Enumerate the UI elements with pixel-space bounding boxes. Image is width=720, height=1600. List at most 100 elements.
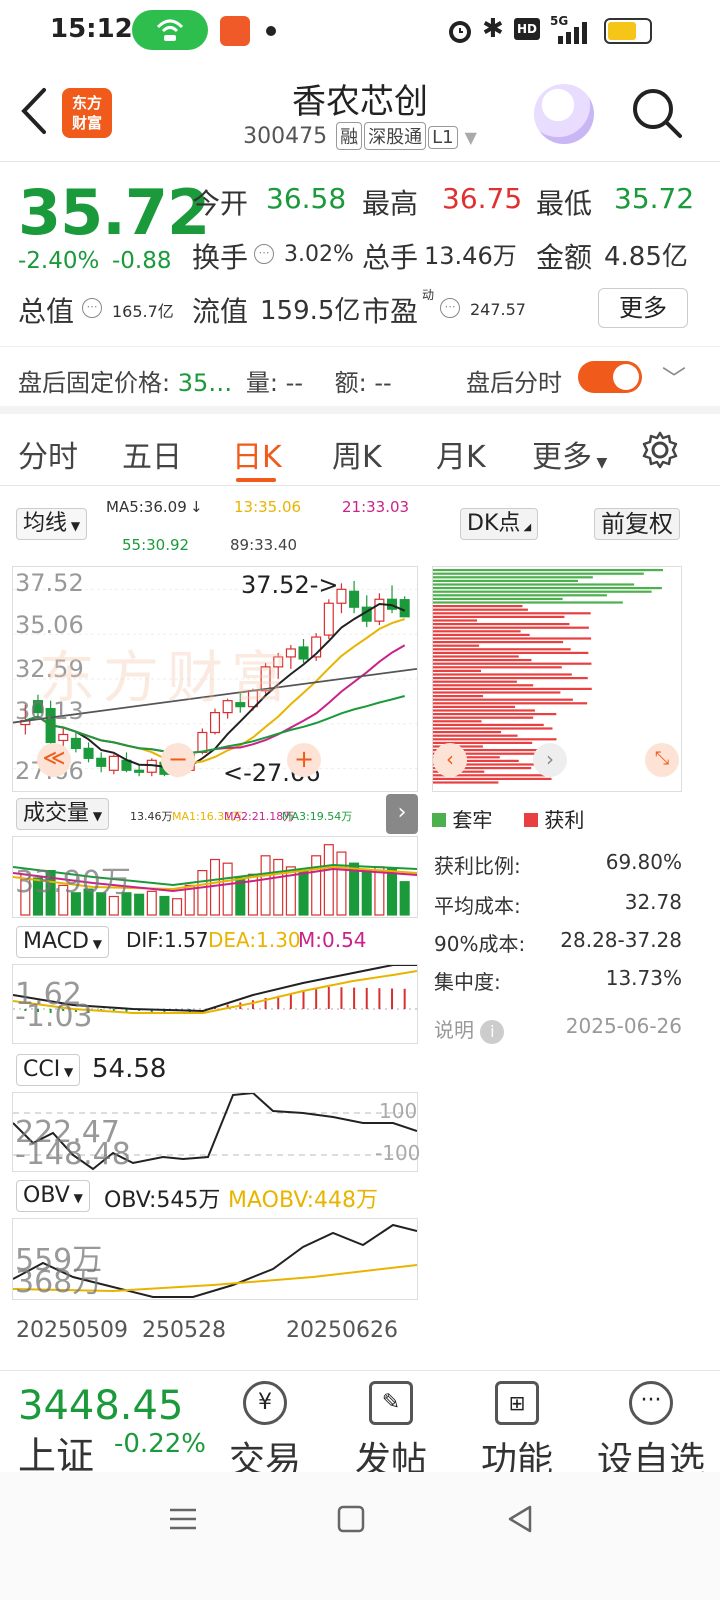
macd-selector[interactable]: MACD ▼ <box>16 926 109 958</box>
note-label: 说明 <box>434 1018 474 1042</box>
chevron-down-icon[interactable]: ﹀ <box>662 359 686 394</box>
info-icon[interactable]: ⋯ <box>254 244 274 264</box>
volume-bar <box>311 855 322 916</box>
chip-bar <box>433 590 652 593</box>
post-button[interactable]: ✎ 发帖 <box>336 1381 446 1483</box>
system-navbar <box>0 1472 720 1600</box>
scroll-left-button[interactable]: ≪ <box>37 743 71 777</box>
date-tick: 20250626 <box>286 1318 398 1343</box>
tab-monthly-k[interactable]: 月K <box>436 432 486 476</box>
chip-bar <box>433 669 482 672</box>
margin-tag: 融 <box>336 122 363 150</box>
expand-icon[interactable]: ⤡ <box>645 743 679 777</box>
market-cap-value: 165.7亿 <box>112 302 174 321</box>
app-notification-icon <box>220 16 250 46</box>
chip-next-button[interactable]: › <box>533 743 567 777</box>
ma5-label: MA5:36.09 <box>106 498 187 516</box>
obv-panel[interactable]: 559万 368万 <box>12 1218 418 1300</box>
macd-panel[interactable]: 1.62 -1.03 <box>12 964 418 1044</box>
ma-selector[interactable]: 均线 ▼ <box>16 508 88 540</box>
hotspot-pill[interactable] <box>132 10 208 50</box>
macd-selector-label: MACD <box>23 929 89 954</box>
candle-body <box>209 712 221 734</box>
volume-panel[interactable]: 33.90万 <box>12 836 418 918</box>
float-cap-label: 流值 <box>192 295 249 328</box>
chip-bar <box>433 781 499 784</box>
chip-bar <box>433 579 578 582</box>
ai-assistant-avatar[interactable] <box>534 84 594 144</box>
tab-intraday[interactable]: 分时 <box>18 432 78 476</box>
back-nav-button[interactable] <box>506 1504 536 1538</box>
volume-bar <box>222 862 233 916</box>
cci-panel[interactable]: 222.47 -148.48 100 -100 <box>12 1091 420 1172</box>
ah-amount-value: -- <box>374 369 392 397</box>
chip-stat-row: 获利比例: 69.80% <box>434 850 682 879</box>
trade-button[interactable]: ¥ 交易 <box>210 1381 320 1483</box>
settings-button[interactable] <box>640 430 680 474</box>
stock-header: 东方财富 香农芯创 300475 融深股通 L1 ▼ <box>0 66 720 162</box>
chip-stat-row: 90%成本: 28.28-37.28 <box>434 928 682 957</box>
yen-icon: ¥ <box>243 1381 287 1425</box>
chip-bar <box>433 702 588 705</box>
stock-subtitle[interactable]: 300475 融深股通 L1 ▼ <box>0 122 720 150</box>
tab-weekly-k[interactable]: 周K <box>332 432 382 476</box>
obv-tick: 368万 <box>15 1265 103 1300</box>
chip-bar <box>433 695 484 698</box>
tab-daily-k[interactable]: 日K <box>232 432 282 476</box>
chip-bar <box>433 644 480 647</box>
cci-tick: -148.48 <box>15 1137 131 1172</box>
cci-selector[interactable]: CCI ▼ <box>16 1054 81 1086</box>
chip-bar <box>433 623 570 626</box>
chip-prev-button[interactable]: ‹ <box>433 743 467 777</box>
menu-nav-button[interactable] <box>168 1504 198 1538</box>
legend-profit-label: 获利 <box>544 808 585 832</box>
dk-point-button[interactable]: DK点 ◢ <box>460 508 539 540</box>
ma13-label: 13:35.06 <box>234 498 302 516</box>
back-triangle-icon <box>508 1505 532 1533</box>
tab-5day[interactable]: 五日 <box>122 432 182 476</box>
more-button[interactable]: 更多 <box>598 288 688 328</box>
chip-bar <box>433 619 478 622</box>
search-icon <box>633 89 682 138</box>
chip-note-row[interactable]: 说明 i 2025-06-26 <box>434 1014 682 1044</box>
volume-selector[interactable]: 成交量 ▼ <box>16 798 110 830</box>
kline-panel[interactable]: 37.52 35.06 32.59 30.13 27.66 37.52-> <-… <box>12 566 418 792</box>
chip-bar <box>433 691 561 694</box>
menu-icon <box>170 1508 196 1530</box>
search-button[interactable] <box>630 86 684 140</box>
chip-bar <box>433 615 565 618</box>
after-hours-info: 盘后固定价格: 35… 量: -- 额: -- <box>18 363 392 398</box>
chip-bar <box>433 698 573 701</box>
ma89-label: 89:33.40 <box>230 536 298 554</box>
chip-bar <box>433 673 572 676</box>
chip-stat-row: 集中度: 13.73% <box>434 966 682 995</box>
zoom-in-button[interactable]: + <box>287 743 321 777</box>
last-price: 35.72 <box>18 176 210 249</box>
date-tick: 20250509 <box>16 1318 128 1343</box>
volume-bar <box>273 858 284 916</box>
chip-bar <box>433 597 563 600</box>
after-hours-toggle[interactable] <box>578 361 642 393</box>
volume-bar <box>260 855 271 916</box>
chip-distribution-panel[interactable]: ‹ › ⤡ <box>432 566 682 792</box>
index-change: -0.22% <box>114 1429 206 1459</box>
zoom-out-button[interactable]: − <box>161 743 195 777</box>
info-icon[interactable]: ⋯ <box>440 298 460 318</box>
amount-label: 金额 <box>536 241 593 274</box>
functions-button[interactable]: ⊞ 功能 <box>462 1381 572 1483</box>
volume-value-label: 13.46万 <box>130 810 173 823</box>
home-nav-button[interactable] <box>336 1504 366 1538</box>
grid-icon: ⊞ <box>495 1381 539 1425</box>
obv-selector[interactable]: OBV ▼ <box>16 1180 90 1212</box>
info-icon[interactable]: ⋯ <box>82 298 102 318</box>
adjust-button[interactable]: 前复权 <box>594 508 680 540</box>
chip-bar <box>433 583 635 586</box>
tab-more[interactable]: 更多 ▼ <box>532 432 607 476</box>
chip-bar <box>433 569 663 572</box>
chip-bar <box>433 687 592 690</box>
ah-volume-value: -- <box>285 369 303 397</box>
add-watchlist-button[interactable]: ··· 设自选 <box>586 1381 716 1483</box>
legend-profit: 获利 <box>524 804 584 833</box>
collapse-panel-button[interactable]: › <box>386 794 418 834</box>
notification-dot <box>266 26 276 36</box>
